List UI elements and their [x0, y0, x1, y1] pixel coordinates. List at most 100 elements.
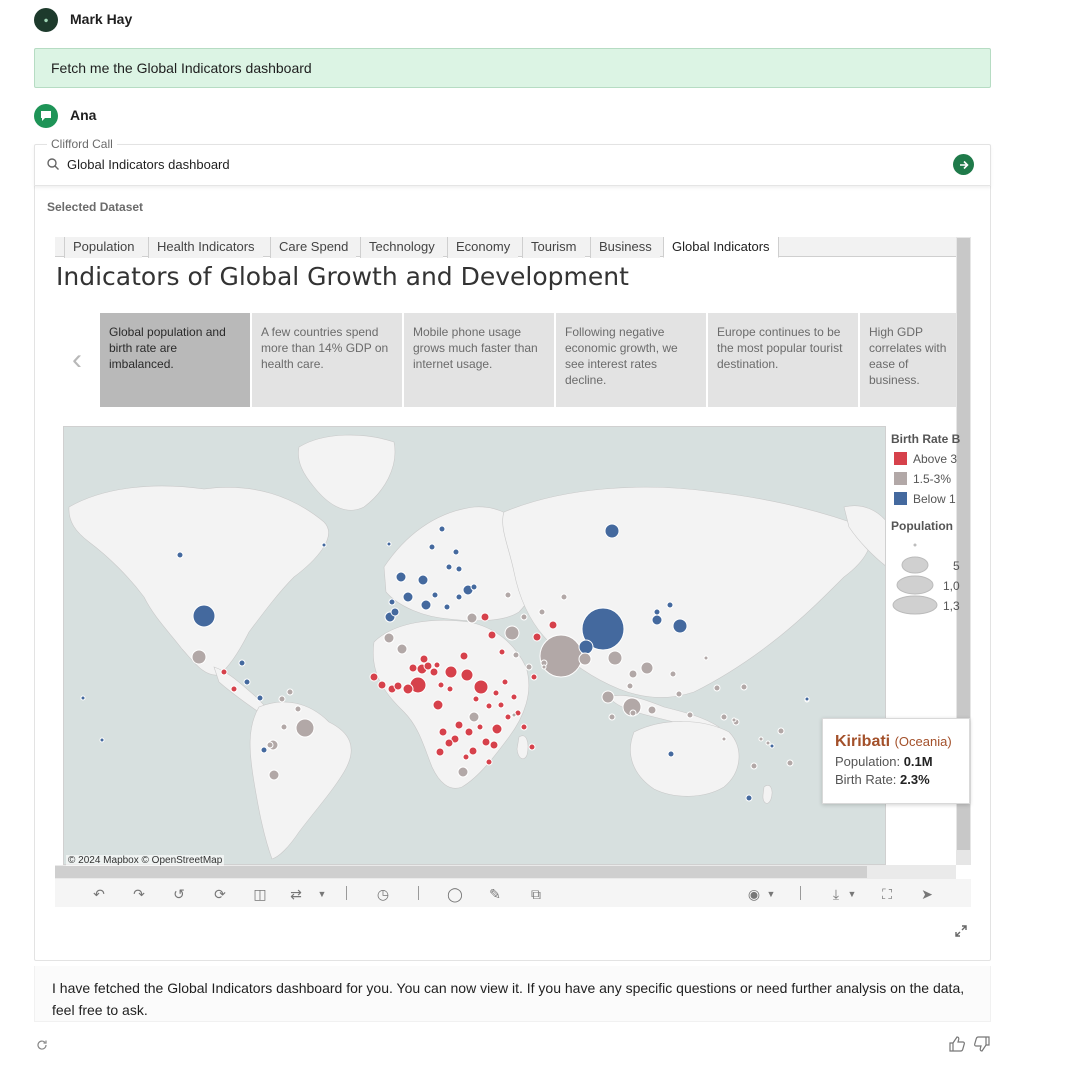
fullscreen-icon[interactable]: ⛶ [878, 885, 896, 903]
country-bubble[interactable] [260, 746, 268, 754]
country-bubble[interactable] [538, 608, 546, 616]
country-bubble[interactable] [720, 713, 728, 721]
country-bubble[interactable] [466, 612, 478, 624]
country-bubble[interactable] [653, 608, 661, 616]
country-bubble[interactable] [402, 591, 414, 603]
country-bubble[interactable] [452, 548, 460, 556]
country-bubble[interactable] [686, 711, 694, 719]
country-bubble[interactable] [243, 678, 251, 686]
country-bubble[interactable] [473, 679, 489, 695]
country-bubble[interactable] [669, 670, 677, 678]
country-bubble[interactable] [470, 583, 478, 591]
country-bubble[interactable] [510, 693, 518, 701]
country-bubble[interactable] [672, 618, 688, 634]
data-source-icon[interactable]: ◯ [446, 885, 464, 903]
country-bubble[interactable] [489, 740, 499, 750]
country-bubble[interactable] [295, 718, 315, 738]
country-bubble[interactable] [268, 769, 280, 781]
world-map[interactable] [63, 426, 886, 865]
share-icon[interactable]: ➤ [918, 885, 936, 903]
country-bubble[interactable] [480, 612, 490, 622]
country-bubble[interactable] [468, 746, 478, 756]
country-bubble[interactable] [525, 663, 533, 671]
country-bubble[interactable] [428, 543, 436, 551]
country-bubble[interactable] [703, 655, 709, 661]
tab-business[interactable]: Business [590, 237, 660, 258]
country-bubble[interactable] [628, 669, 638, 679]
tab-care-spend[interactable]: Care Spend [270, 237, 357, 258]
country-bubble[interactable] [520, 613, 528, 621]
country-bubble[interactable] [455, 593, 463, 601]
country-bubble[interactable] [520, 723, 528, 731]
country-bubble[interactable] [512, 651, 520, 659]
country-bubble[interactable] [459, 651, 469, 661]
country-bubble[interactable] [666, 601, 674, 609]
country-bubble[interactable] [390, 607, 400, 617]
country-bubble[interactable] [395, 571, 407, 583]
country-bubble[interactable] [528, 743, 536, 751]
country-bubble[interactable] [464, 727, 474, 737]
country-bubble[interactable] [504, 591, 512, 599]
country-bubble[interactable] [468, 711, 480, 723]
thumbs-up-icon[interactable] [948, 1035, 966, 1058]
story-point-5[interactable]: Europe continues to be the most popular … [708, 313, 858, 407]
tab-economy[interactable]: Economy [447, 237, 519, 258]
country-bubble[interactable] [667, 750, 675, 758]
country-bubble[interactable] [504, 625, 520, 641]
country-bubble[interactable] [431, 591, 439, 599]
country-bubble[interactable] [530, 673, 538, 681]
country-bubble[interactable] [532, 632, 542, 642]
country-bubble[interactable] [539, 634, 583, 678]
country-bubble[interactable] [446, 685, 454, 693]
map-attribution[interactable]: © 2024 Mapbox © OpenStreetMap [66, 855, 225, 866]
country-bubble[interactable] [396, 643, 408, 655]
country-bubble[interactable] [286, 688, 294, 696]
country-bubble[interactable] [607, 650, 623, 666]
country-bubble[interactable] [278, 695, 286, 703]
country-bubble[interactable] [777, 727, 785, 735]
country-bubble[interactable] [745, 794, 753, 802]
country-bubble[interactable] [758, 736, 764, 742]
view-dropdown-icon[interactable]: ▼ [762, 885, 780, 903]
tab-global-indicators[interactable]: Global Indicators [663, 237, 779, 258]
country-bubble[interactable] [402, 683, 414, 695]
country-bubble[interactable] [713, 684, 721, 692]
country-bubble[interactable] [417, 574, 429, 586]
country-bubble[interactable] [498, 648, 506, 656]
country-bubble[interactable] [408, 663, 418, 673]
country-bubble[interactable] [369, 672, 379, 682]
country-bubble[interactable] [238, 659, 246, 667]
country-bubble[interactable] [191, 649, 207, 665]
country-bubble[interactable] [481, 737, 491, 747]
country-bubble[interactable] [604, 523, 620, 539]
metrics-icon[interactable]: ◷ [374, 885, 392, 903]
country-bubble[interactable] [99, 737, 105, 743]
undo-icon[interactable]: ↶ [90, 885, 108, 903]
country-bubble[interactable] [485, 702, 493, 710]
country-bubble[interactable] [443, 603, 451, 611]
country-bubble[interactable] [560, 593, 568, 601]
tab-health-indicators[interactable]: Health Indicators [148, 237, 263, 258]
country-bubble[interactable] [460, 668, 474, 682]
refresh-data-icon[interactable]: ⟳ [211, 885, 229, 903]
country-bubble[interactable] [383, 632, 395, 644]
country-bubble[interactable] [750, 762, 758, 770]
expand-icon[interactable] [953, 923, 969, 944]
country-bubble[interactable] [445, 563, 453, 571]
thumbs-down-icon[interactable] [973, 1035, 991, 1058]
country-bubble[interactable] [230, 685, 238, 693]
view-icon[interactable]: ◉ [745, 885, 763, 903]
country-bubble[interactable] [433, 661, 441, 669]
country-bubble[interactable] [420, 599, 432, 611]
country-bubble[interactable] [437, 681, 445, 689]
country-bubble[interactable] [608, 713, 616, 721]
download-dropdown-icon[interactable]: ▼ [843, 885, 861, 903]
country-bubble[interactable] [472, 695, 480, 703]
country-bubble[interactable] [321, 542, 327, 548]
country-bubble[interactable] [769, 743, 775, 749]
go-button[interactable] [953, 154, 974, 175]
country-bubble[interactable] [626, 682, 634, 690]
story-point-2[interactable]: A few countries spend more than 14% GDP … [252, 313, 402, 407]
country-bubble[interactable] [429, 667, 439, 677]
country-bubble[interactable] [647, 705, 657, 715]
